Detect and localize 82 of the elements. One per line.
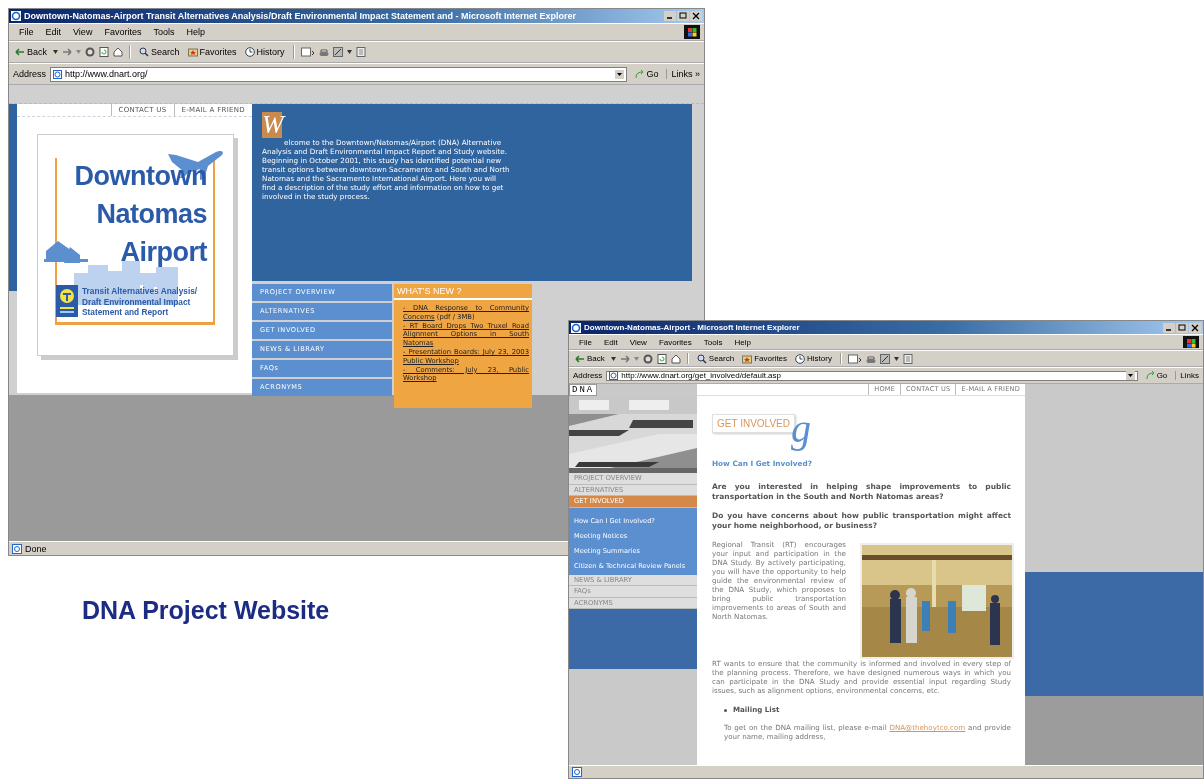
status-text: Done xyxy=(25,543,47,554)
go-arrow-icon xyxy=(635,69,645,79)
discuss-icon[interactable] xyxy=(902,353,913,364)
home-icon[interactable] xyxy=(113,47,123,57)
page-icon xyxy=(12,543,22,554)
links-button[interactable]: Links xyxy=(1175,371,1199,380)
toolbar-button[interactable]: History xyxy=(242,47,287,57)
search-icon xyxy=(139,47,149,57)
caret-icon xyxy=(346,50,352,54)
menu-item[interactable]: Edit xyxy=(603,337,618,347)
toolbar-button[interactable]: Back xyxy=(13,47,49,57)
search-icon xyxy=(696,353,707,364)
folder-star-icon xyxy=(187,47,198,57)
toolbar-button[interactable]: History xyxy=(793,353,834,364)
menu-item[interactable]: Favorites xyxy=(104,27,142,37)
discuss-icon[interactable] xyxy=(355,47,366,57)
clock-icon xyxy=(244,47,255,57)
logo-subtitle: Transit Alternatives Analysis/ Draft Environmental Impact Statement and Report xyxy=(82,286,199,318)
stop-icon[interactable] xyxy=(642,353,653,364)
toolbar-button[interactable]: Search xyxy=(694,353,737,364)
toolbar-button[interactable]: Back xyxy=(573,353,607,364)
minimize-icon[interactable] xyxy=(1163,322,1175,333)
menu-item[interactable]: Tools xyxy=(703,337,723,347)
go-arrow-icon xyxy=(1145,371,1155,380)
refresh-icon[interactable] xyxy=(656,353,667,364)
address-label: Address xyxy=(13,69,47,79)
go-button[interactable]: Go xyxy=(631,69,663,79)
logo-text: Airport xyxy=(120,237,207,268)
whats-new-heading: WHAT'S NEW ? xyxy=(394,284,532,300)
back-arrow-icon xyxy=(15,47,25,57)
slide-caption: DNA Project Website xyxy=(82,596,330,625)
toolbar-button[interactable]: Favorites xyxy=(185,47,239,57)
dropdown-arrow-icon[interactable] xyxy=(1125,371,1135,380)
windows-flag-icon xyxy=(1183,336,1199,348)
folder-star-icon xyxy=(742,353,753,364)
window-title: Downtown-Natomas-Airport - Microsoft Internet Explorer xyxy=(584,323,801,332)
maximize-icon[interactable] xyxy=(1176,322,1188,333)
menu-item[interactable]: Help xyxy=(186,27,205,37)
edit-icon[interactable] xyxy=(332,47,343,57)
caret-icon xyxy=(76,50,81,54)
transit-logo-icon xyxy=(56,285,78,317)
page-icon xyxy=(609,371,619,380)
forward-arrow-icon[interactable] xyxy=(62,47,72,57)
forward-arrow-icon[interactable] xyxy=(619,353,630,364)
browser-icon xyxy=(11,11,21,21)
menu-item[interactable]: Tools xyxy=(153,27,175,37)
menu-item[interactable]: View xyxy=(629,337,647,347)
menu-item[interactable]: Favorites xyxy=(658,337,692,347)
caret-icon xyxy=(893,356,899,361)
logo-text: Natomas xyxy=(96,199,207,230)
refresh-icon[interactable] xyxy=(99,47,109,57)
toolbar-button[interactable]: Search xyxy=(137,47,182,57)
caret-icon xyxy=(610,356,616,361)
toolbar-button[interactable]: Favorites xyxy=(740,353,790,364)
minimize-icon[interactable] xyxy=(664,11,676,21)
page-icon xyxy=(53,69,63,79)
edit-icon[interactable] xyxy=(879,353,890,364)
window-title: Downtown-Natomas-Airport Transit Alternatives Analysis/Draft Environmental Impact Statement and - Microsoft Internet Explorer xyxy=(24,11,577,21)
close-icon[interactable] xyxy=(690,11,702,21)
dropdown-arrow-icon[interactable] xyxy=(615,69,625,79)
menu-item[interactable]: View xyxy=(73,27,93,37)
menu-item[interactable]: File xyxy=(19,27,34,37)
address-field[interactable]: http://www.dnart.org/get_involved/default.asp xyxy=(606,370,1138,381)
clock-icon xyxy=(795,353,806,364)
windows-flag-icon xyxy=(684,25,700,39)
menu-item[interactable]: Edit xyxy=(45,27,62,37)
bullet-icon xyxy=(724,708,727,712)
close-icon[interactable] xyxy=(1189,322,1201,333)
address-field[interactable]: http://www.dnart.org/ xyxy=(50,66,628,82)
site-logo: DNA xyxy=(569,384,598,396)
home-icon[interactable] xyxy=(670,353,681,364)
stop-icon[interactable] xyxy=(85,47,95,57)
caret-icon xyxy=(53,50,58,54)
links-button[interactable]: Links » xyxy=(666,69,700,79)
go-button[interactable]: Go xyxy=(1141,371,1172,380)
logo-text: Downtown xyxy=(74,161,207,192)
address-label: Address xyxy=(573,371,603,380)
caret-icon xyxy=(633,356,639,361)
back-arrow-icon xyxy=(575,353,585,364)
menu-item[interactable]: File xyxy=(579,337,592,347)
menu-item[interactable]: Help xyxy=(734,337,751,347)
maximize-icon[interactable] xyxy=(677,11,689,21)
